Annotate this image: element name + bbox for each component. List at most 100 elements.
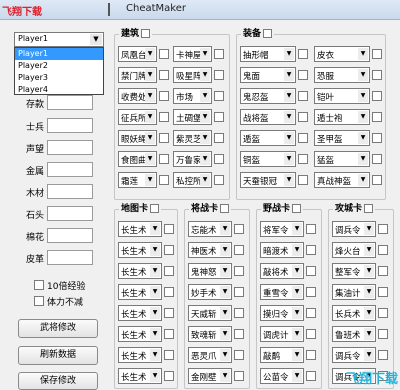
- siege-card-item-select[interactable]: 鲁班术 ▼: [332, 326, 376, 342]
- item-checkbox[interactable]: [298, 133, 308, 143]
- chevron-down-icon[interactable]: ▼: [292, 265, 302, 277]
- equipment-item-select[interactable]: 遁士袍 ▼: [314, 109, 370, 125]
- item-checkbox[interactable]: [164, 350, 174, 360]
- equipment-item-select[interactable]: 铜盔 ▼: [240, 151, 296, 167]
- item-checkbox[interactable]: [159, 175, 169, 185]
- item-checkbox[interactable]: [298, 154, 308, 164]
- building-item-select[interactable]: 吸星阵 ▼: [173, 67, 212, 83]
- building-item-select[interactable]: 紫灵芝 ▼: [173, 130, 212, 146]
- save-changes-button[interactable]: 保存修改: [18, 372, 98, 390]
- chevron-down-icon[interactable]: ▼: [358, 69, 368, 81]
- item-checkbox[interactable]: [159, 112, 169, 122]
- chevron-down-icon[interactable]: ▼: [292, 223, 302, 235]
- chevron-down-icon[interactable]: ▼: [145, 69, 155, 81]
- item-checkbox[interactable]: [298, 49, 308, 59]
- item-checkbox[interactable]: [306, 245, 316, 255]
- general-card-item-select[interactable]: 妙手术 ▼: [188, 284, 232, 300]
- stat-input[interactable]: [47, 228, 93, 243]
- item-checkbox[interactable]: [214, 91, 224, 101]
- chevron-down-icon[interactable]: ▼: [150, 286, 160, 298]
- chevron-down-icon[interactable]: ▼: [358, 153, 368, 165]
- item-checkbox[interactable]: [234, 287, 244, 297]
- refresh-data-button[interactable]: 刷新数据: [18, 346, 98, 365]
- item-checkbox[interactable]: [159, 91, 169, 101]
- stat-input[interactable]: [47, 95, 93, 110]
- chevron-down-icon[interactable]: ▼: [150, 370, 160, 382]
- item-checkbox[interactable]: [159, 154, 169, 164]
- chevron-down-icon[interactable]: ▼: [364, 307, 374, 319]
- field-card-item-select[interactable]: 重雪令 ▼: [260, 284, 304, 300]
- item-checkbox[interactable]: [378, 287, 388, 297]
- building-item-select[interactable]: 私控所 ▼: [173, 172, 212, 188]
- chevron-down-icon[interactable]: ▼: [292, 307, 302, 319]
- item-checkbox[interactable]: [378, 245, 388, 255]
- general-card-item-select[interactable]: 忘能术 ▼: [188, 221, 232, 237]
- chevron-down-icon[interactable]: ▼: [200, 174, 210, 186]
- item-checkbox[interactable]: [159, 70, 169, 80]
- item-checkbox[interactable]: [372, 133, 382, 143]
- field-card-item-select[interactable]: 敲将术 ▼: [260, 263, 304, 279]
- item-checkbox[interactable]: [234, 266, 244, 276]
- siege-card-item-select[interactable]: 整军令 ▼: [332, 263, 376, 279]
- chevron-down-icon[interactable]: ▼: [358, 48, 368, 60]
- chevron-down-icon[interactable]: ▼: [284, 174, 294, 186]
- item-checkbox[interactable]: [234, 308, 244, 318]
- stat-input[interactable]: [47, 118, 93, 133]
- item-checkbox[interactable]: [372, 49, 382, 59]
- chevron-down-icon[interactable]: ▼: [150, 265, 160, 277]
- item-checkbox[interactable]: [234, 350, 244, 360]
- chevron-down-icon[interactable]: ▼: [364, 223, 374, 235]
- item-checkbox[interactable]: [372, 112, 382, 122]
- chevron-down-icon[interactable]: ▼: [220, 265, 230, 277]
- general-card-item-select[interactable]: 金刚壁 ▼: [188, 368, 232, 384]
- map-card-item-select[interactable]: 长生术 ▼: [118, 242, 162, 258]
- item-checkbox[interactable]: [306, 308, 316, 318]
- chevron-down-icon[interactable]: ▼: [292, 244, 302, 256]
- siege-card-item-select[interactable]: 调兵令 ▼: [332, 347, 376, 363]
- item-checkbox[interactable]: [214, 133, 224, 143]
- chevron-down-icon[interactable]: ▼: [358, 174, 368, 186]
- equipment-item-select[interactable]: 恐服 ▼: [314, 67, 370, 83]
- map-card-item-select[interactable]: 长生术 ▼: [118, 284, 162, 300]
- field-card-select-all-checkbox[interactable]: [292, 204, 302, 213]
- item-checkbox[interactable]: [378, 224, 388, 234]
- map-card-select-all-checkbox[interactable]: [150, 204, 160, 213]
- chevron-down-icon[interactable]: ▼: [292, 349, 302, 361]
- field-card-item-select[interactable]: 暗渡术 ▼: [260, 242, 304, 258]
- exp10-checkbox[interactable]: [34, 280, 44, 290]
- equipment-select-all-checkbox[interactable]: [263, 29, 273, 38]
- general-card-item-select[interactable]: 致魂斩 ▼: [188, 326, 232, 342]
- chevron-down-icon[interactable]: ▼: [150, 328, 160, 340]
- item-checkbox[interactable]: [306, 224, 316, 234]
- building-select-all-checkbox[interactable]: [141, 29, 151, 38]
- chevron-down-icon[interactable]: ▼: [284, 153, 294, 165]
- chevron-down-icon[interactable]: ▼: [150, 244, 160, 256]
- item-checkbox[interactable]: [234, 371, 244, 381]
- item-checkbox[interactable]: [306, 329, 316, 339]
- chevron-down-icon[interactable]: ▼: [200, 111, 210, 123]
- item-checkbox[interactable]: [214, 70, 224, 80]
- building-item-select[interactable]: 食图曲 ▼: [118, 151, 157, 167]
- item-checkbox[interactable]: [164, 329, 174, 339]
- item-checkbox[interactable]: [298, 91, 308, 101]
- item-checkbox[interactable]: [378, 266, 388, 276]
- item-checkbox[interactable]: [164, 224, 174, 234]
- item-checkbox[interactable]: [164, 245, 174, 255]
- item-checkbox[interactable]: [372, 70, 382, 80]
- chevron-down-icon[interactable]: ▼: [200, 153, 210, 165]
- item-checkbox[interactable]: [164, 266, 174, 276]
- chevron-down-icon[interactable]: ▼: [292, 286, 302, 298]
- general-card-item-select[interactable]: 恶灵爪 ▼: [188, 347, 232, 363]
- chevron-down-icon[interactable]: ▼: [284, 90, 294, 102]
- chevron-down-icon[interactable]: ▼: [292, 328, 302, 340]
- chevron-down-icon[interactable]: ▼: [145, 90, 155, 102]
- stat-input[interactable]: [47, 206, 93, 221]
- player-option[interactable]: Player1: [15, 48, 103, 60]
- chevron-down-icon[interactable]: ▼: [145, 48, 155, 60]
- chevron-down-icon[interactable]: ▼: [292, 370, 302, 382]
- field-card-item-select[interactable]: 敲鹬 ▼: [260, 347, 304, 363]
- building-item-select[interactable]: 万鲁家 ▼: [173, 151, 212, 167]
- equipment-item-select[interactable]: 鬼面 ▼: [240, 67, 296, 83]
- equipment-item-select[interactable]: 圣甲盔 ▼: [314, 130, 370, 146]
- equipment-item-select[interactable]: 抽形帽 ▼: [240, 46, 296, 62]
